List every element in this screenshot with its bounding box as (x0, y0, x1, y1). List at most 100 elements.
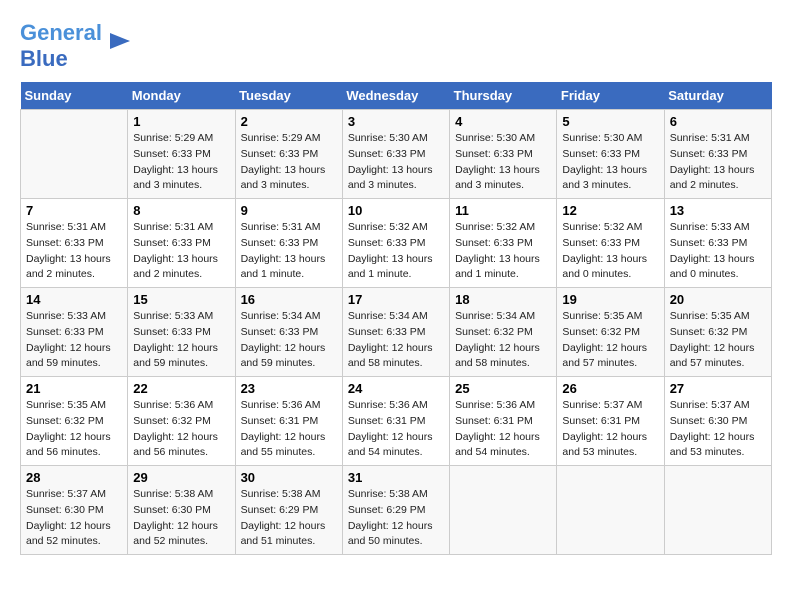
day-info: Sunrise: 5:31 AM Sunset: 6:33 PM Dayligh… (670, 131, 766, 194)
calendar-week-row: 7Sunrise: 5:31 AM Sunset: 6:33 PM Daylig… (21, 199, 772, 288)
calendar-week-row: 14 Sunrise: 5:33 AM Sunset: 6:33 PM Dayli… (21, 288, 772, 377)
day-info: Sunrise: 5:36 AM Sunset: 6:31 PM Dayligh… (455, 398, 551, 461)
calendar-week-row: 28 Sunrise: 5:37 AM Sunset: 6:30 PM Dayli… (21, 466, 772, 555)
day-info: Sunrise: 5:33 AM Sunset: 6:33 PM Dayligh… (26, 309, 122, 372)
day-number: 6 (670, 114, 766, 129)
day-info: Sunrise: 5:29 AM Sunset: 6:33 PM Dayligh… (133, 131, 229, 194)
calendar-cell: 19Sunrise: 5:35 AM Sunset: 6:32 PM Dayli… (557, 288, 664, 377)
day-info: Sunrise: 5:36 AM Sunset: 6:31 PM Dayligh… (348, 398, 444, 461)
calendar-cell: 7Sunrise: 5:31 AM Sunset: 6:33 PM Daylig… (21, 199, 128, 288)
calendar-cell: 29 Sunrise: 5:38 AM Sunset: 6:30 PM Dayli… (128, 466, 235, 555)
day-number: 29 (133, 470, 229, 485)
day-info: Sunrise: 5:30 AM Sunset: 6:33 PM Dayligh… (348, 131, 444, 194)
day-info: Sunrise: 5:31 AM Sunset: 6:33 PM Dayligh… (133, 220, 229, 283)
day-number: 18 (455, 292, 551, 307)
calendar-cell: 14 Sunrise: 5:33 AM Sunset: 6:33 PM Dayli… (21, 288, 128, 377)
calendar-cell: 11 Sunrise: 5:32 AM Sunset: 6:33 PM Dayli… (450, 199, 557, 288)
day-number: 16 (241, 292, 337, 307)
day-number: 14 (26, 292, 122, 307)
day-number: 28 (26, 470, 122, 485)
day-info: Sunrise: 5:30 AM Sunset: 6:33 PM Dayligh… (562, 131, 658, 194)
day-info: Sunrise: 5:31 AM Sunset: 6:33 PM Dayligh… (26, 220, 122, 283)
day-info: Sunrise: 5:32 AM Sunset: 6:33 PM Dayligh… (455, 220, 551, 283)
day-info: Sunrise: 5:33 AM Sunset: 6:33 PM Dayligh… (133, 309, 229, 372)
calendar-cell: 3 Sunrise: 5:30 AM Sunset: 6:33 PM Daylig… (342, 110, 449, 199)
day-number: 12 (562, 203, 658, 218)
day-info: Sunrise: 5:33 AM Sunset: 6:33 PM Dayligh… (670, 220, 766, 283)
calendar-cell: 16 Sunrise: 5:34 AM Sunset: 6:33 PM Dayli… (235, 288, 342, 377)
day-number: 23 (241, 381, 337, 396)
page-header: General Blue (20, 20, 772, 72)
day-number: 5 (562, 114, 658, 129)
day-number: 21 (26, 381, 122, 396)
calendar-cell: 23 Sunrise: 5:36 AM Sunset: 6:31 PM Dayli… (235, 377, 342, 466)
day-number: 10 (348, 203, 444, 218)
day-number: 26 (562, 381, 658, 396)
calendar-cell: 21 Sunrise: 5:35 AM Sunset: 6:32 PM Dayli… (21, 377, 128, 466)
calendar-cell: 22 Sunrise: 5:36 AM Sunset: 6:32 PM Dayli… (128, 377, 235, 466)
day-number: 17 (348, 292, 444, 307)
day-info: Sunrise: 5:35 AM Sunset: 6:32 PM Dayligh… (670, 309, 766, 372)
day-info: Sunrise: 5:37 AM Sunset: 6:30 PM Dayligh… (26, 487, 122, 550)
day-info: Sunrise: 5:36 AM Sunset: 6:31 PM Dayligh… (241, 398, 337, 461)
calendar-cell: 30 Sunrise: 5:38 AM Sunset: 6:29 PM Dayli… (235, 466, 342, 555)
calendar-cell: 28 Sunrise: 5:37 AM Sunset: 6:30 PM Dayli… (21, 466, 128, 555)
calendar-cell: 31 Sunrise: 5:38 AM Sunset: 6:29 PM Dayli… (342, 466, 449, 555)
calendar-cell: 18 Sunrise: 5:34 AM Sunset: 6:32 PM Dayli… (450, 288, 557, 377)
calendar-cell: 17 Sunrise: 5:34 AM Sunset: 6:33 PM Dayli… (342, 288, 449, 377)
day-number: 19 (562, 292, 658, 307)
calendar-cell: 26Sunrise: 5:37 AM Sunset: 6:31 PM Dayli… (557, 377, 664, 466)
day-number: 2 (241, 114, 337, 129)
calendar-cell (557, 466, 664, 555)
day-number: 8 (133, 203, 229, 218)
day-number: 20 (670, 292, 766, 307)
day-number: 15 (133, 292, 229, 307)
day-info: Sunrise: 5:34 AM Sunset: 6:33 PM Dayligh… (348, 309, 444, 372)
calendar-cell (21, 110, 128, 199)
day-number: 1 (133, 114, 229, 129)
logo-text: General Blue (20, 20, 102, 72)
calendar-week-row: 21 Sunrise: 5:35 AM Sunset: 6:32 PM Dayli… (21, 377, 772, 466)
day-info: Sunrise: 5:31 AM Sunset: 6:33 PM Dayligh… (241, 220, 337, 283)
day-number: 24 (348, 381, 444, 396)
day-info: Sunrise: 5:38 AM Sunset: 6:29 PM Dayligh… (241, 487, 337, 550)
day-number: 22 (133, 381, 229, 396)
day-info: Sunrise: 5:37 AM Sunset: 6:30 PM Dayligh… (670, 398, 766, 461)
calendar-cell: 1 Sunrise: 5:29 AM Sunset: 6:33 PM Daylig… (128, 110, 235, 199)
day-number: 11 (455, 203, 551, 218)
calendar-cell: 2 Sunrise: 5:29 AM Sunset: 6:33 PM Daylig… (235, 110, 342, 199)
calendar-table: SundayMondayTuesdayWednesdayThursdayFrid… (20, 82, 772, 555)
calendar-cell: 8 Sunrise: 5:31 AM Sunset: 6:33 PM Daylig… (128, 199, 235, 288)
logo-general: General (20, 20, 102, 45)
day-number: 9 (241, 203, 337, 218)
day-info: Sunrise: 5:38 AM Sunset: 6:29 PM Dayligh… (348, 487, 444, 550)
calendar-cell: 5 Sunrise: 5:30 AM Sunset: 6:33 PM Daylig… (557, 110, 664, 199)
column-header-wednesday: Wednesday (342, 82, 449, 110)
calendar-cell: 10 Sunrise: 5:32 AM Sunset: 6:33 PM Dayli… (342, 199, 449, 288)
day-number: 30 (241, 470, 337, 485)
calendar-cell: 27 Sunrise: 5:37 AM Sunset: 6:30 PM Dayli… (664, 377, 771, 466)
day-number: 31 (348, 470, 444, 485)
day-number: 3 (348, 114, 444, 129)
calendar-cell: 25Sunrise: 5:36 AM Sunset: 6:31 PM Dayli… (450, 377, 557, 466)
calendar-cell: 12 Sunrise: 5:32 AM Sunset: 6:33 PM Dayli… (557, 199, 664, 288)
calendar-cell: 24 Sunrise: 5:36 AM Sunset: 6:31 PM Dayli… (342, 377, 449, 466)
calendar-cell: 15 Sunrise: 5:33 AM Sunset: 6:33 PM Dayli… (128, 288, 235, 377)
day-info: Sunrise: 5:32 AM Sunset: 6:33 PM Dayligh… (562, 220, 658, 283)
day-info: Sunrise: 5:36 AM Sunset: 6:32 PM Dayligh… (133, 398, 229, 461)
calendar-cell: 20 Sunrise: 5:35 AM Sunset: 6:32 PM Dayli… (664, 288, 771, 377)
day-info: Sunrise: 5:35 AM Sunset: 6:32 PM Dayligh… (26, 398, 122, 461)
day-number: 27 (670, 381, 766, 396)
logo-arrow-icon (106, 27, 134, 55)
logo: General Blue (20, 20, 134, 72)
day-number: 4 (455, 114, 551, 129)
day-info: Sunrise: 5:29 AM Sunset: 6:33 PM Dayligh… (241, 131, 337, 194)
day-info: Sunrise: 5:34 AM Sunset: 6:33 PM Dayligh… (241, 309, 337, 372)
day-info: Sunrise: 5:38 AM Sunset: 6:30 PM Dayligh… (133, 487, 229, 550)
calendar-cell (664, 466, 771, 555)
logo-blue: Blue (20, 46, 68, 71)
day-info: Sunrise: 5:34 AM Sunset: 6:32 PM Dayligh… (455, 309, 551, 372)
day-info: Sunrise: 5:32 AM Sunset: 6:33 PM Dayligh… (348, 220, 444, 283)
column-header-thursday: Thursday (450, 82, 557, 110)
column-header-sunday: Sunday (21, 82, 128, 110)
